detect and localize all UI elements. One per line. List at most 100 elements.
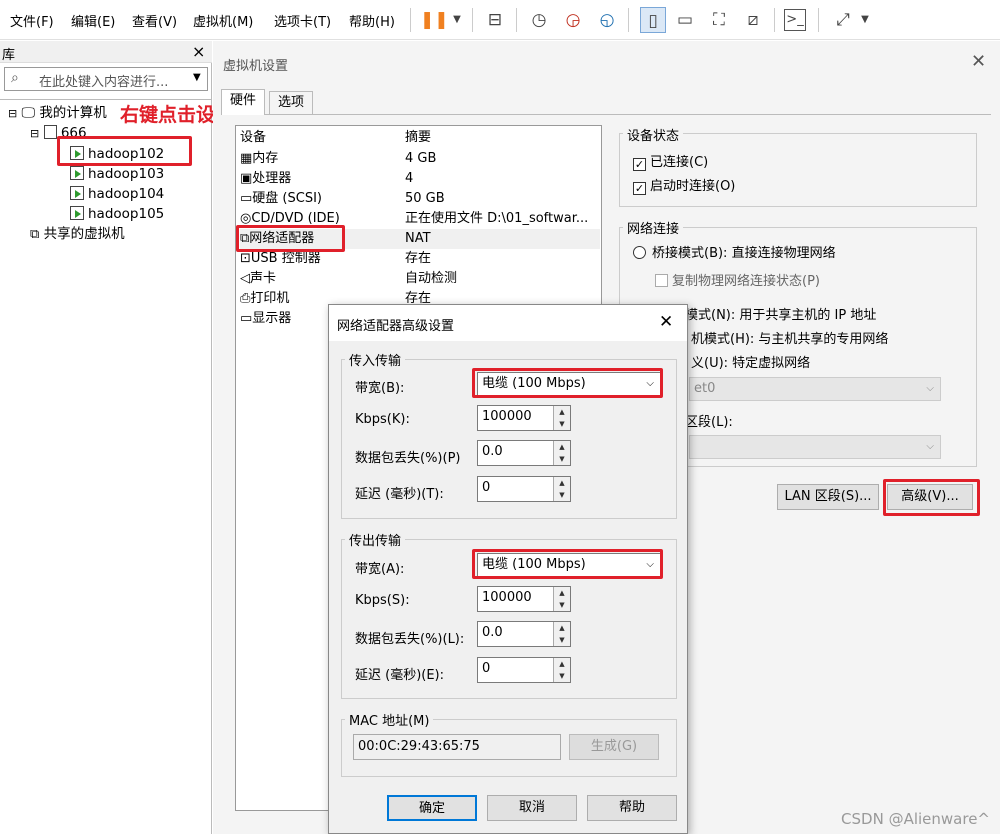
arrow-up-icon[interactable]: ▲ bbox=[553, 622, 570, 634]
close-icon[interactable]: ✕ bbox=[971, 51, 986, 72]
column-header-device: 设备 bbox=[240, 130, 267, 145]
arrow-down-icon[interactable]: ▼ bbox=[553, 634, 570, 646]
custom-radio-label[interactable]: 义(U): 特定虚拟网络 bbox=[691, 352, 810, 371]
vm-icon bbox=[70, 186, 84, 200]
unity-icon[interactable]: ⧄ bbox=[740, 7, 766, 33]
arrow-down-icon[interactable]: ▼ bbox=[553, 453, 570, 465]
menu-vm[interactable]: 虚拟机(M) bbox=[193, 11, 253, 30]
arrow-up-icon[interactable]: ▲ bbox=[553, 406, 570, 418]
connected-checkbox[interactable]: ✓ 已连接(C) bbox=[633, 151, 708, 171]
device-row-harddisk[interactable]: ▭硬盘 (SCSI) 50 GB bbox=[240, 189, 600, 209]
chevron-down-icon[interactable]: ▼ bbox=[444, 7, 470, 33]
kbps-out-label: Kbps(S): bbox=[355, 593, 410, 608]
library-search-input[interactable]: ⌕ 在此处键入内容进行... ▼ bbox=[4, 67, 208, 91]
tab-options[interactable]: 选项 bbox=[269, 91, 314, 115]
chevron-down-icon: ⌵ bbox=[926, 383, 934, 394]
snapshot-icon[interactable]: ◷ bbox=[526, 7, 552, 33]
device-summary: 4 GB bbox=[405, 151, 437, 166]
arrow-down-icon[interactable]: ▼ bbox=[553, 489, 570, 501]
vmnet-select[interactable]: et0 ⌵ bbox=[689, 377, 941, 401]
device-status-title: 设备状态 bbox=[623, 125, 684, 144]
arrow-up-icon[interactable]: ▲ bbox=[553, 441, 570, 453]
device-row-memory[interactable]: ▦内存 4 GB bbox=[240, 149, 600, 169]
checkbox-label: 启动时连接(O) bbox=[650, 179, 736, 194]
menu-file[interactable]: 文件(F) bbox=[10, 11, 54, 30]
close-icon[interactable]: ✕ bbox=[659, 312, 673, 332]
device-summary: 自动检测 bbox=[405, 271, 458, 286]
toolbar-separator bbox=[818, 8, 819, 32]
snapshot-manager-icon[interactable]: ◵ bbox=[594, 7, 620, 33]
tab-hardware[interactable]: 硬件 bbox=[221, 89, 266, 115]
latency-out-stepper[interactable]: 0 ▲ ▼ bbox=[477, 657, 571, 683]
hostonly-radio-label[interactable]: 机模式(H): 与主机共享的专用网络 bbox=[691, 328, 888, 347]
menu-tabs[interactable]: 选项卡(T) bbox=[274, 11, 331, 30]
chevron-down-icon[interactable]: ▼ bbox=[852, 7, 878, 33]
lan-segment-select[interactable]: ⌵ bbox=[689, 435, 941, 459]
lan-segment-label: 区段(L): bbox=[685, 415, 733, 430]
vmnet-select-value: et0 bbox=[694, 381, 716, 396]
chevron-down-icon[interactable]: ▼ bbox=[193, 72, 201, 83]
device-name: 硬盘 (SCSI) bbox=[252, 191, 322, 206]
device-row-sound[interactable]: ◁声卡 自动检测 bbox=[240, 269, 600, 289]
device-row-usb[interactable]: ⊡USB 控制器 存在 bbox=[240, 249, 600, 269]
device-name: CD/DVD (IDE) bbox=[251, 211, 340, 226]
replicate-checkbox[interactable]: 复制物理网络连接状态(P) bbox=[655, 270, 820, 289]
collapse-icon[interactable]: ⊟ bbox=[30, 127, 39, 140]
menu-help[interactable]: 帮助(H) bbox=[349, 11, 395, 30]
nat-radio-label[interactable]: 模式(N): 用于共享主机的 IP 地址 bbox=[685, 304, 876, 323]
menu-edit[interactable]: 编辑(E) bbox=[71, 11, 115, 30]
stepper-value: 0.0 bbox=[482, 625, 503, 640]
help-button[interactable]: 帮助 bbox=[587, 795, 677, 821]
checkbox-label: 复制物理网络连接状态(P) bbox=[672, 274, 820, 289]
kbps-out-stepper[interactable]: 100000 ▲ ▼ bbox=[477, 586, 571, 612]
mac-title: MAC 地址(M) bbox=[345, 710, 434, 729]
connect-on-start-checkbox[interactable]: ✓ 启动时连接(O) bbox=[633, 175, 735, 195]
bridged-radio[interactable]: 桥接模式(B): 直接连接物理网络 bbox=[633, 242, 836, 261]
device-row-processor[interactable]: ▣处理器 4 bbox=[240, 169, 600, 189]
arrow-down-icon[interactable]: ▼ bbox=[553, 599, 570, 611]
arrow-up-icon[interactable]: ▲ bbox=[553, 587, 570, 599]
toolbar-separator bbox=[774, 8, 775, 32]
pause-icon[interactable]: ❚❚ bbox=[420, 7, 449, 33]
tree-item-vm[interactable]: hadoop103 bbox=[70, 164, 164, 184]
device-name: 处理器 bbox=[252, 171, 292, 186]
bandwidth-out-label: 带宽(A): bbox=[355, 562, 405, 577]
fullscreen-icon[interactable]: ⛶ bbox=[706, 7, 732, 33]
cancel-button[interactable]: 取消 bbox=[487, 795, 577, 821]
collapse-icon[interactable]: ⊟ bbox=[8, 107, 17, 120]
watermark: CSDN @Alienware^ bbox=[841, 810, 990, 828]
column-header-summary: 摘要 bbox=[405, 130, 432, 145]
menu-view[interactable]: 查看(V) bbox=[132, 11, 177, 30]
arrow-up-icon[interactable]: ▲ bbox=[553, 477, 570, 489]
loss-in-stepper[interactable]: 0.0 ▲ ▼ bbox=[477, 440, 571, 466]
toolbar-separator bbox=[516, 8, 517, 32]
revert-snapshot-icon[interactable]: ◶ bbox=[560, 7, 586, 33]
console-icon[interactable]: >_ bbox=[784, 9, 806, 31]
library-view-icon[interactable]: ▯ bbox=[640, 7, 666, 33]
tree-item-my-computer[interactable]: ⊟ 🖵 我的计算机 bbox=[8, 103, 107, 123]
lan-segments-button[interactable]: LAN 区段(S)... bbox=[777, 484, 879, 510]
thumbnail-view-icon[interactable]: ▭ bbox=[672, 7, 698, 33]
harddisk-icon: ▭ bbox=[240, 191, 253, 206]
arrow-down-icon[interactable]: ▼ bbox=[553, 670, 570, 682]
highlight-box bbox=[883, 479, 980, 516]
generate-button[interactable]: 生成(G) bbox=[569, 734, 659, 760]
memory-icon: ▦ bbox=[240, 151, 253, 166]
close-icon[interactable]: × bbox=[192, 42, 205, 61]
tree-item-vm[interactable]: hadoop104 bbox=[70, 184, 164, 204]
send-keys-icon[interactable]: ⊟ bbox=[482, 7, 508, 33]
tree-item-shared[interactable]: ⧉ 共享的虚拟机 bbox=[30, 224, 125, 244]
latency-in-stepper[interactable]: 0 ▲ ▼ bbox=[477, 476, 571, 502]
arrow-down-icon[interactable]: ▼ bbox=[553, 418, 570, 430]
device-name: 显示器 bbox=[252, 311, 292, 326]
ok-button[interactable]: 确定 bbox=[387, 795, 477, 821]
kbps-in-stepper[interactable]: 100000 ▲ ▼ bbox=[477, 405, 571, 431]
checkbox-icon bbox=[655, 274, 668, 287]
loss-out-stepper[interactable]: 0.0 ▲ ▼ bbox=[477, 621, 571, 647]
tree-label: 我的计算机 bbox=[39, 105, 107, 121]
arrow-up-icon[interactable]: ▲ bbox=[553, 658, 570, 670]
mac-address-field[interactable]: 00:0C:29:43:65:75 bbox=[353, 734, 561, 760]
speaker-icon: ◁ bbox=[240, 271, 250, 286]
kbps-in-label: Kbps(K): bbox=[355, 412, 410, 427]
tree-item-vm[interactable]: hadoop105 bbox=[70, 204, 164, 224]
